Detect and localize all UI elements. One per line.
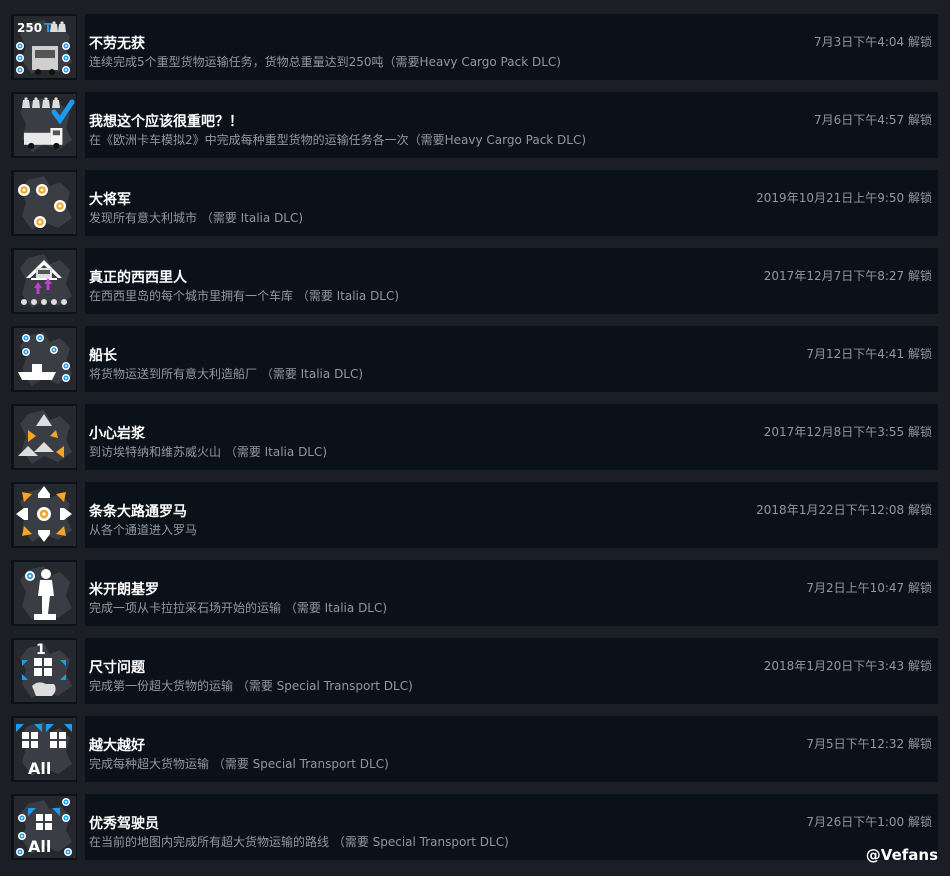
volcano-icon — [14, 406, 76, 468]
oversize-routes-icon: All — [14, 796, 76, 858]
achievement-title: 条条大路通罗马 — [89, 504, 187, 520]
achievement-description: 完成每种超大货物运输 （需要 Special Transport DLC) — [89, 757, 389, 771]
achievement-row[interactable]: 我想这个应该很重吧？！ 在《欧洲卡车模拟2》中完成每种重型货物的运输任务各一次（需… — [11, 92, 938, 158]
achievement-description: 到访埃特纳和维苏威火山 （需要 Italia DLC) — [89, 445, 328, 459]
unlock-date: 7月2日上午10:47 解锁 — [806, 581, 932, 595]
shipyard-icon — [14, 328, 76, 390]
oversize-all-icon: All — [14, 718, 76, 780]
unlock-date: 2018年1月20日下午3:43 解锁 — [763, 659, 932, 673]
heavy-cargo-250t-icon: 250 T — [14, 16, 76, 78]
achievement-description: 将货物运送到所有意大利造船厂 （需要 Italia DLC) — [89, 367, 364, 381]
achievement-row[interactable]: 250 T 不劳无获连续完成5个重型货物运输任务，货物总重量达到250吨（需要Hea… — [11, 14, 938, 80]
row-separator — [77, 248, 85, 314]
heavy-cargo-check-icon — [14, 94, 76, 156]
italy-cities-icon — [14, 172, 76, 234]
unlock-date: 7月3日下午4:04 解锁 — [813, 35, 932, 49]
unlock-date: 2017年12月7日下午8:27 解锁 — [763, 269, 932, 283]
unlock-date: 2018年1月22日下午12:08 解锁 — [756, 503, 932, 517]
achievement-description: 在《欧洲卡车模拟2》中完成每种重型货物的运输任务各一次（需要Heavy Carg… — [89, 133, 587, 147]
achievement-row[interactable]: 米开朗基罗完成一项从卡拉拉采石场开始的运输 （需要 Italia DLC) 7月2… — [11, 560, 938, 626]
row-separator — [77, 794, 85, 860]
row-separator — [77, 482, 85, 548]
achievement-title: 不劳无获 — [89, 36, 145, 52]
achievements-page: 250 T 不劳无获连续完成5个重型货物运输任务，货物总重量达到250吨（需要Hea… — [0, 0, 950, 876]
unlock-date: 7月5日下午12:32 解锁 — [806, 737, 932, 751]
achievement-row[interactable]: 条条大路通罗马 从各个通道进入罗马 2018年1月22日下午12:08 解锁 — [11, 482, 938, 548]
achievement-description: 从各个通道进入罗马 — [89, 523, 198, 537]
row-separator — [77, 14, 85, 80]
achievement-row[interactable]: 真正的西西里人在西西里岛的每个城市里拥有一个车库 （需要 Italia DLC)… — [11, 248, 938, 314]
row-separator — [77, 560, 85, 626]
watermark: @Vefans — [865, 846, 938, 864]
svg-text:250: 250 — [17, 21, 42, 35]
achievement-row[interactable]: 船长将货物运送到所有意大利造船厂 （需要 Italia DLC) 7月12日下午4… — [11, 326, 938, 392]
achievement-row[interactable]: 大将军发现所有意大利城市 （需要 Italia DLC) 2019年10月21日上… — [11, 170, 938, 236]
achievement-title: 优秀驾驶员 — [89, 816, 159, 832]
row-separator — [77, 716, 85, 782]
achievement-description: 发现所有意大利城市 （需要 Italia DLC) — [89, 211, 304, 225]
row-separator — [77, 170, 85, 236]
oversize-first-icon: 1 — [14, 640, 76, 702]
achievement-title: 真正的西西里人 — [89, 270, 187, 286]
achievement-row[interactable]: 1 尺寸问题完成第一份超大货物的运输 （需要 Special Transport … — [11, 638, 938, 704]
roads-to-rome-icon — [14, 484, 76, 546]
row-separator — [77, 92, 85, 158]
achievement-title: 船长 — [89, 348, 117, 364]
achievement-title: 我想这个应该很重吧？！ — [89, 114, 243, 130]
david-statue-icon — [14, 562, 76, 624]
achievement-title: 大将军 — [89, 192, 131, 208]
achievement-title: 小心岩浆 — [89, 426, 145, 442]
unlock-date: 2017年12月8日下午3:55 解锁 — [763, 425, 932, 439]
achievement-row[interactable]: 小心岩浆到访埃特纳和维苏威火山 （需要 Italia DLC) 2017年12月8… — [11, 404, 938, 470]
sicily-garage-icon — [14, 250, 76, 312]
achievement-description: 在西西里岛的每个城市里拥有一个车库 （需要 Italia DLC) — [89, 289, 400, 303]
unlock-date: 2019年10月21日上午9:50 解锁 — [756, 191, 932, 205]
unlock-date: 7月6日下午4:57 解锁 — [813, 113, 932, 127]
achievement-title: 越大越好 — [89, 738, 145, 754]
unlock-date: 7月26日下午1:00 解锁 — [806, 815, 932, 829]
row-separator — [77, 404, 85, 470]
achievement-row[interactable]: All 越大越好完成每种超大货物运输 （需要 Special Transport … — [11, 716, 938, 782]
achievement-row[interactable]: All 优秀驾驶员在当前的地图内完成所有超大货物运输的路线 （需要 Special… — [11, 794, 938, 860]
achievement-title: 米开朗基罗 — [89, 582, 159, 598]
svg-text:All: All — [28, 837, 51, 856]
row-separator — [77, 638, 85, 704]
svg-text:All: All — [28, 759, 51, 778]
row-separator — [77, 326, 85, 392]
unlock-date: 7月12日下午4:41 解锁 — [806, 347, 932, 361]
svg-text:1: 1 — [36, 642, 46, 658]
achievement-description: 完成第一份超大货物的运输 （需要 Special Transport DLC) — [89, 679, 413, 693]
achievement-description: 连续完成5个重型货物运输任务，货物总重量达到250吨（需要Heavy Cargo… — [89, 55, 561, 69]
achievement-description: 完成一项从卡拉拉采石场开始的运输 （需要 Italia DLC) — [89, 601, 388, 615]
achievement-description: 在当前的地图内完成所有超大货物运输的路线 （需要 Special Transpo… — [89, 835, 509, 849]
achievement-title: 尺寸问题 — [89, 660, 145, 676]
